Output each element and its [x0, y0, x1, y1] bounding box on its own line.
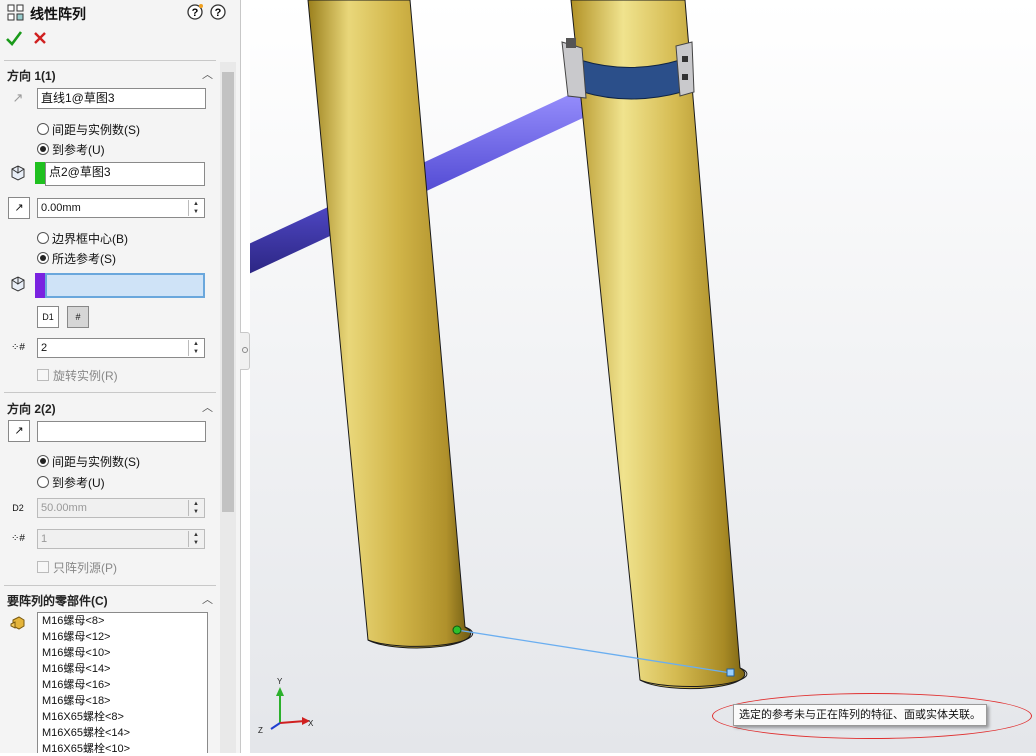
offset-distance-spinner[interactable]: 0.00mm ▲ ▼	[37, 198, 205, 218]
panel-splitter-handle[interactable]	[240, 332, 250, 370]
radio-up-to-reference[interactable]: 到参考(U)	[37, 141, 105, 158]
radio-spacing-instances[interactable]: 间距与实例数(S)	[37, 121, 140, 138]
components-header[interactable]: 要阵列的零部件(C)	[7, 592, 108, 609]
instance-count-icon: ⁘#	[11, 533, 25, 544]
component-icon	[8, 614, 28, 634]
panel-scrollbar[interactable]	[220, 62, 236, 753]
reference-geometry-field[interactable]	[45, 273, 205, 298]
divider	[4, 392, 216, 393]
panel-title: 线性阵列	[30, 6, 86, 22]
whats-wrong-icon[interactable]: ?	[185, 3, 205, 23]
graphics-viewport[interactable]: Y X Z	[240, 0, 1036, 753]
radio-bounding-box-center[interactable]: 边界框中心(B)	[37, 230, 128, 247]
triad-y-label: Y	[277, 677, 283, 686]
model-view: Y X Z	[240, 0, 1036, 753]
triad-x-label: X	[308, 719, 314, 728]
triad-z-label: Z	[258, 726, 263, 735]
divider	[4, 585, 216, 586]
spacing-icon: D2	[12, 503, 24, 513]
direction2-header[interactable]: 方向 2(2)	[7, 400, 56, 417]
sketch-point-2[interactable]	[726, 668, 735, 677]
list-item[interactable]: M16螺母<18>	[38, 693, 207, 709]
list-item[interactable]: M16螺母<12>	[38, 629, 207, 645]
direction-arrow-icon[interactable]: ↗	[8, 88, 28, 108]
list-item[interactable]: M16螺母<10>	[38, 645, 207, 661]
radio-selected-reference[interactable]: 所选参考(S)	[37, 250, 116, 267]
direction1-ref-field[interactable]: 直线1@草图3	[37, 88, 206, 109]
list-item[interactable]: M16螺母<16>	[38, 677, 207, 693]
instances-mode-button[interactable]: #	[67, 306, 89, 328]
sketch-point-1[interactable]	[452, 625, 462, 635]
radio-up-to-reference[interactable]: 到参考(U)	[37, 474, 105, 491]
direction2-ref-field[interactable]	[37, 421, 206, 442]
list-item[interactable]: M16螺母<8>	[38, 613, 207, 629]
scrollbar-thumb[interactable]	[222, 72, 234, 512]
spacing-spinner[interactable]: 50.00mm ▲ ▼	[37, 498, 205, 518]
selection-color-swatch	[35, 273, 45, 298]
reverse-direction-icon[interactable]: ↗	[8, 420, 30, 442]
list-item[interactable]: M16X65螺栓<14>	[38, 725, 207, 741]
selection-color-swatch	[35, 162, 45, 184]
svg-text:?: ?	[215, 7, 222, 19]
pattern-seed-only-checkbox[interactable]: 只阵列源(P)	[37, 559, 117, 576]
help-icon[interactable]: ?	[208, 3, 228, 23]
instance-count-spinner[interactable]: 1 ▲ ▼	[37, 529, 205, 549]
components-list[interactable]: M16螺母<8> M16螺母<12> M16螺母<10> M16螺母<14> M16螺母…	[37, 612, 208, 753]
instance-count-icon: ⁘#	[11, 342, 25, 353]
list-item[interactable]: M16X65螺栓<8>	[38, 709, 207, 725]
ok-checkmark-icon[interactable]	[4, 29, 24, 49]
chevron-up-icon[interactable]: ︿	[202, 399, 213, 415]
linear-pattern-icon	[6, 4, 26, 24]
divider	[4, 60, 216, 61]
chevron-up-icon[interactable]: ︿	[202, 591, 213, 607]
instance-count-spinner[interactable]: 2 ▲ ▼	[37, 338, 205, 358]
chevron-up-icon[interactable]: ︿	[202, 66, 213, 82]
warning-tooltip: 选定的参考未与正在阵列的特征、面或实体关联。	[733, 704, 987, 726]
list-item[interactable]: M16螺母<14>	[38, 661, 207, 677]
list-item[interactable]: M16X65螺栓<10>	[38, 741, 207, 753]
vertex-reference-icon	[8, 164, 28, 184]
property-manager: 线性阵列 ? ? 方向 1(1) ︿ ↗ 直线1@草图3 间距与实例数(S) 到…	[0, 0, 241, 753]
direction1-header[interactable]: 方向 1(1)	[7, 67, 56, 84]
rotate-instances-checkbox[interactable]: 旋转实例(R)	[37, 367, 118, 384]
reverse-direction-icon[interactable]: ↗	[8, 197, 30, 219]
reference-vertex-field[interactable]: 点2@草图3	[45, 162, 205, 186]
spacing-mode-button[interactable]: D1	[37, 306, 59, 328]
svg-text:?: ?	[192, 7, 199, 19]
radio-spacing-instances[interactable]: 间距与实例数(S)	[37, 453, 140, 470]
cancel-x-icon[interactable]	[30, 29, 50, 49]
reference-geometry-icon	[8, 275, 28, 295]
